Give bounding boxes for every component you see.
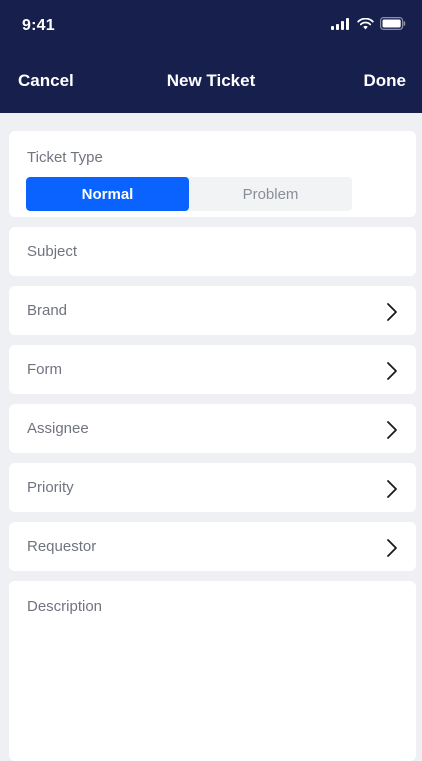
form-label: Form xyxy=(27,361,62,378)
brand-label: Brand xyxy=(27,302,68,319)
chevron-right-icon xyxy=(387,362,397,380)
chevron-right-icon xyxy=(387,421,397,439)
assignee-label: Assignee xyxy=(27,420,89,437)
priority-row[interactable]: Priority xyxy=(9,463,416,512)
status-time: 9:41 xyxy=(22,17,55,34)
priority-label: Priority xyxy=(27,479,74,496)
battery-icon xyxy=(380,17,406,30)
chevron-right-icon xyxy=(387,303,397,321)
wifi-icon xyxy=(357,17,374,29)
ticket-type-segmented-control: Normal Problem xyxy=(26,177,352,211)
status-bar: 9:41 xyxy=(0,0,422,52)
subject-placeholder: Subject xyxy=(27,243,78,260)
nav-bar: Cancel New Ticket Done xyxy=(0,52,422,113)
form-row[interactable]: Form xyxy=(9,345,416,394)
status-icons xyxy=(331,17,406,30)
requestor-row[interactable]: Requestor xyxy=(9,522,416,571)
done-button[interactable]: Done xyxy=(364,71,407,91)
page-title: New Ticket xyxy=(166,71,256,90)
subject-field[interactable]: Subject xyxy=(9,227,416,276)
assignee-row[interactable]: Assignee xyxy=(9,404,416,453)
ticket-type-label: Ticket Type xyxy=(27,149,103,166)
ticket-type-card: Ticket Type Normal Problem xyxy=(9,131,416,217)
chevron-right-icon xyxy=(387,480,397,498)
ticket-type-normal-option[interactable]: Normal xyxy=(26,177,189,211)
description-field[interactable]: Description xyxy=(9,581,416,761)
description-placeholder: Description xyxy=(27,598,103,615)
cellular-signal-icon xyxy=(331,17,349,30)
chevron-right-icon xyxy=(387,539,397,557)
brand-row[interactable]: Brand xyxy=(9,286,416,335)
ticket-type-problem-option[interactable]: Problem xyxy=(189,177,352,211)
requestor-label: Requestor xyxy=(27,538,97,555)
